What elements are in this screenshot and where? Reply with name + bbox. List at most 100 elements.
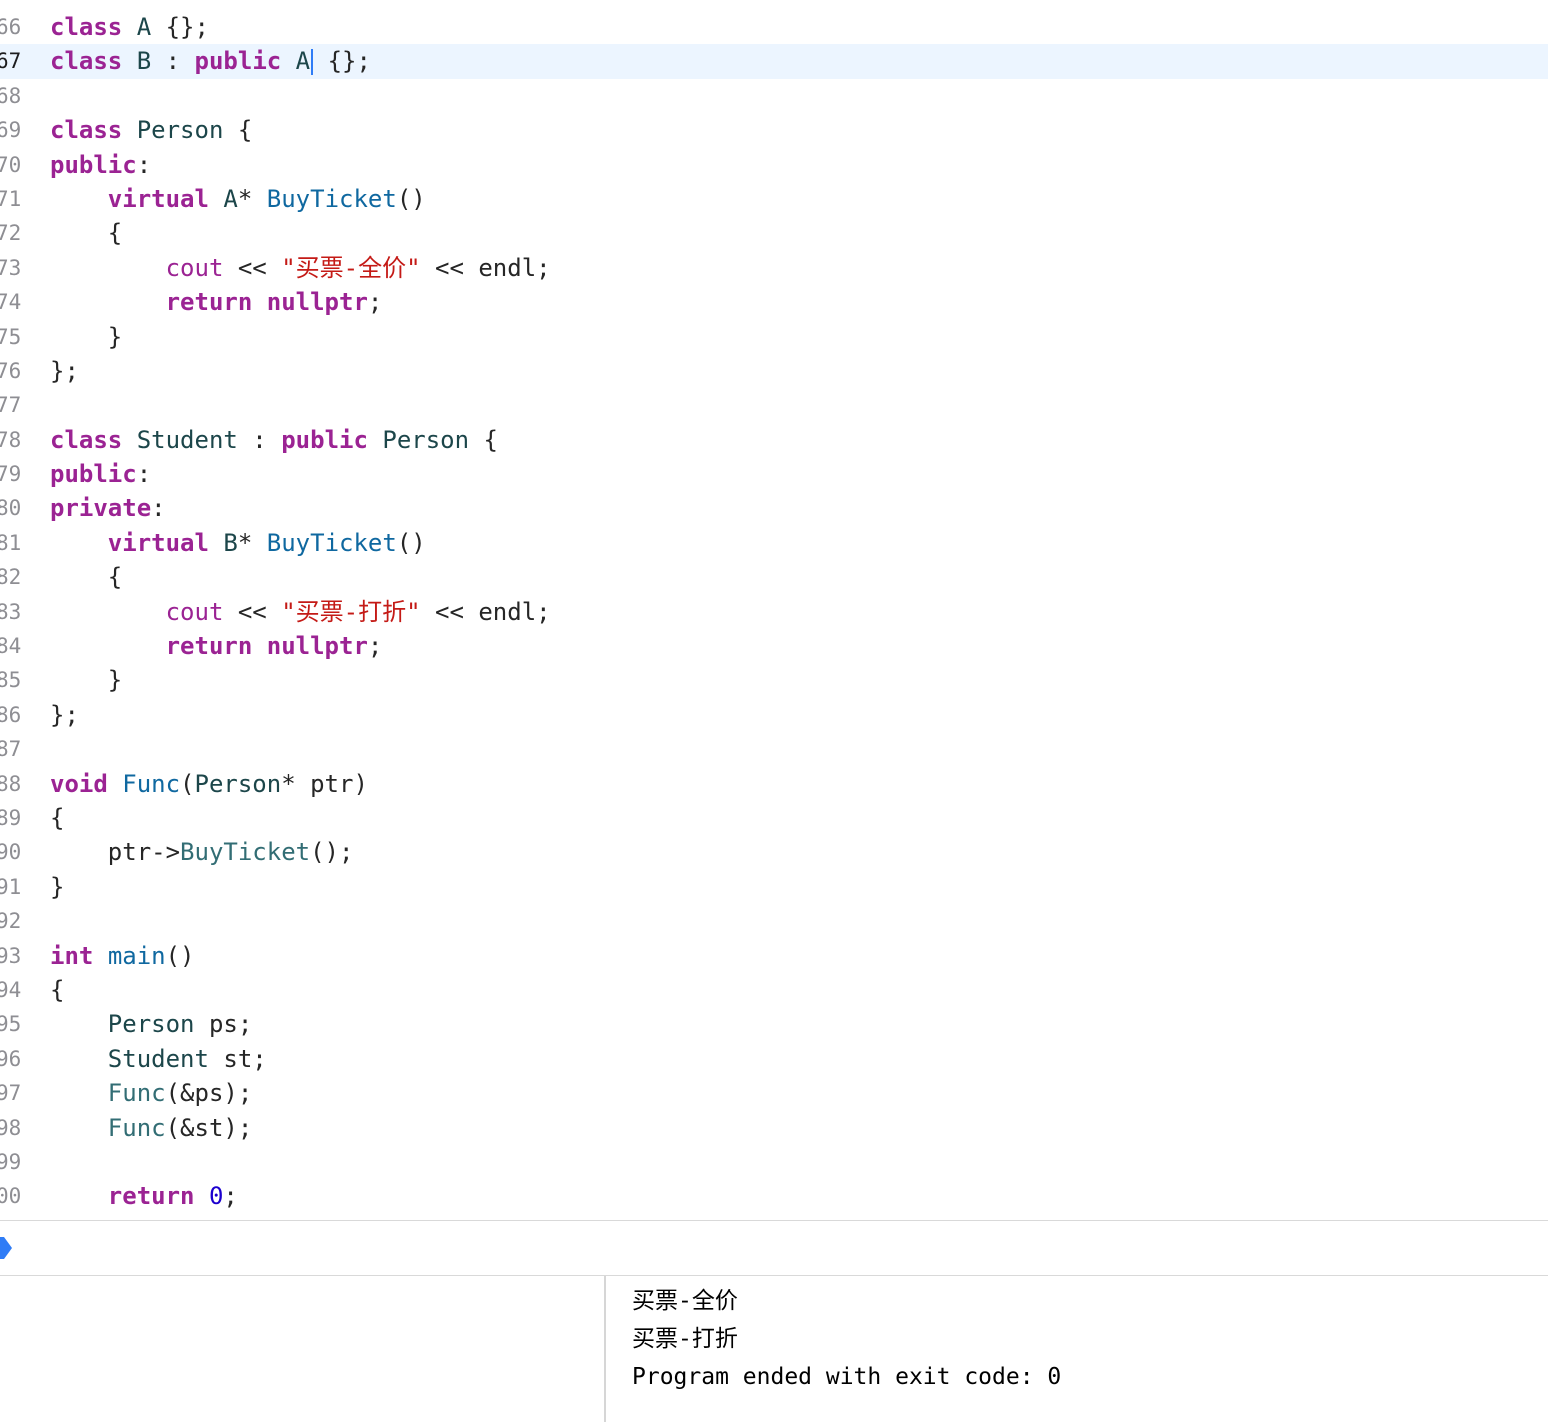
line-number: 95 — [0, 1012, 22, 1037]
code-text: }; — [50, 698, 79, 732]
code-token: (&st); — [165, 1113, 253, 1142]
code-line[interactable]: 77 — [0, 388, 1548, 422]
code-text: private: — [50, 491, 166, 525]
code-token: Func — [107, 1079, 166, 1108]
code-token: class — [50, 13, 123, 41]
code-line[interactable]: 90 ptr->BuyTicket(); — [0, 835, 1548, 869]
line-number: 99 — [0, 1149, 22, 1174]
code-line[interactable]: 69 class Person { — [0, 113, 1548, 147]
code-text: Func(&ps); — [50, 1076, 253, 1110]
code-token: (&ps); — [165, 1079, 253, 1108]
code-line[interactable]: 89 { — [0, 801, 1548, 835]
line-number: 66 — [0, 15, 22, 39]
line-number: 79 — [0, 462, 22, 487]
code-token: Person — [194, 769, 282, 798]
code-token: private — [50, 494, 152, 523]
code-token: } — [50, 666, 123, 695]
code-line[interactable]: 81 virtual B* BuyTicket() — [0, 526, 1548, 560]
code-token: () — [396, 528, 426, 557]
code-line[interactable]: 99 — [0, 1145, 1548, 1179]
code-editor[interactable]: 66 class A {}; 67 class B : public A {}; 68 6… — [0, 0, 1548, 1220]
code-token: nullptr — [266, 288, 368, 317]
code-token: { — [50, 563, 123, 592]
line-number: 88 — [0, 771, 22, 796]
debug-arrow-icon[interactable] — [0, 1237, 12, 1259]
code-token: Func — [122, 769, 181, 798]
code-text: cout << "买票-打折" << endl; — [50, 595, 551, 629]
code-token: nullptr — [266, 632, 368, 661]
code-token: BuyTicket — [180, 838, 311, 867]
code-text: public: — [50, 148, 151, 182]
code-token: main — [107, 941, 166, 970]
code-token: }; — [50, 700, 79, 729]
code-text: void Func(Person* ptr) — [50, 767, 368, 801]
line-number: 72 — [0, 221, 22, 246]
code-line[interactable]: 91} — [0, 870, 1548, 904]
line-number: 83 — [0, 599, 22, 624]
code-line[interactable]: 98 Func(&st); — [0, 1111, 1548, 1145]
code-line[interactable]: 66 class A {}; — [0, 10, 1548, 44]
code-token: Student — [107, 1044, 209, 1073]
line-number: 00 — [0, 1184, 22, 1209]
code-text: } — [50, 870, 64, 904]
code-token: << — [223, 597, 282, 626]
code-line[interactable]: 78 class Student : public Person { — [0, 423, 1548, 457]
code-line[interactable]: 84 return nullptr; — [0, 629, 1548, 663]
code-line[interactable]: 92 — [0, 904, 1548, 938]
code-token: class — [50, 425, 123, 454]
line-number: 86 — [0, 702, 22, 727]
line-number: 75 — [0, 324, 22, 349]
code-text: class B : public A {}; — [50, 44, 371, 78]
code-line[interactable]: 73 cout << "买票-全价" << endl; — [0, 251, 1548, 285]
code-token: public — [281, 425, 368, 454]
variables-view[interactable] — [0, 1276, 606, 1422]
line-number: 69 — [0, 118, 22, 143]
code-line[interactable]: 80 private: — [0, 491, 1548, 525]
code-token: : — [151, 47, 195, 76]
code-line[interactable]: 96 Student st; — [0, 1042, 1548, 1076]
code-token: public — [50, 150, 137, 179]
code-line[interactable]: 85 } — [0, 663, 1548, 697]
line-number: 81 — [0, 530, 22, 555]
code-token: "买票-打折" — [281, 597, 421, 626]
code-token: return — [165, 632, 253, 661]
code-line[interactable]: 68 — [0, 79, 1548, 113]
line-number: 85 — [0, 668, 22, 693]
console-output[interactable]: 买票-全价 买票-打折 Program ended with exit code… — [608, 1276, 1548, 1422]
code-token: int — [50, 941, 94, 970]
code-token: : — [151, 494, 166, 523]
code-line[interactable]: 67 class B : public A {}; — [0, 44, 1548, 79]
code-line[interactable]: 71 virtual A* BuyTicket() — [0, 182, 1548, 216]
code-line[interactable]: 76}; — [0, 354, 1548, 388]
code-line[interactable]: 74 return nullptr; — [0, 285, 1548, 319]
code-line[interactable]: 93 int main() — [0, 939, 1548, 973]
code-line[interactable]: 82 { — [0, 560, 1548, 594]
code-line[interactable]: 79 public: — [0, 457, 1548, 491]
code-line[interactable]: 83 cout << "买票-打折" << endl; — [0, 595, 1548, 629]
code-token: A — [136, 13, 152, 41]
code-text: virtual B* BuyTicket() — [50, 526, 426, 560]
line-number: 67 — [0, 49, 22, 74]
code-line[interactable]: 00 return 0; — [0, 1179, 1548, 1213]
code-line[interactable]: 70 public: — [0, 148, 1548, 182]
code-token: (); — [310, 838, 354, 867]
code-line[interactable]: 72 { — [0, 216, 1548, 250]
code-line[interactable]: 94 { — [0, 973, 1548, 1007]
line-number: 71 — [0, 186, 22, 211]
code-token: ; — [367, 288, 383, 317]
code-token: cout — [165, 597, 224, 626]
code-line[interactable]: 88 void Func(Person* ptr) — [0, 767, 1548, 801]
code-text: int main() — [50, 939, 195, 973]
code-line[interactable]: 75 } — [0, 320, 1548, 354]
code-line[interactable]: 97 Func(&ps); — [0, 1076, 1548, 1110]
code-token: void — [50, 769, 108, 798]
code-line[interactable]: 95 Person ps; — [0, 1007, 1548, 1041]
code-token: << endl; — [420, 253, 551, 282]
line-number: 91 — [0, 874, 22, 899]
code-line[interactable]: 86}; — [0, 698, 1548, 732]
code-line[interactable]: 87 — [0, 732, 1548, 766]
